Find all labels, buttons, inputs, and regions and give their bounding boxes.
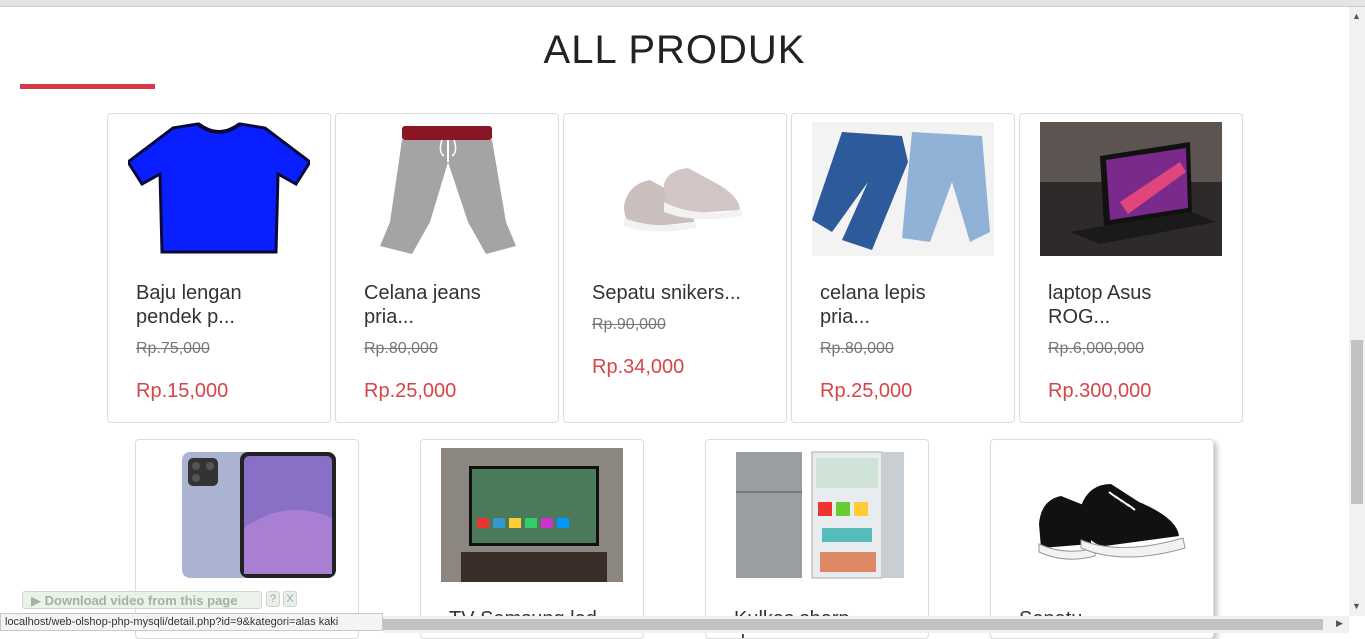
horizontal-scroll-thumb[interactable] bbox=[383, 619, 1323, 630]
help-button[interactable]: ? bbox=[266, 591, 280, 607]
product-image-converse[interactable] bbox=[1011, 448, 1193, 582]
product-card[interactable]: celana lepis pria... Rp.80,000 Rp.25,000 bbox=[791, 113, 1015, 423]
title-underline bbox=[20, 84, 155, 89]
sale-price: Rp.25,000 bbox=[820, 380, 913, 402]
scroll-up-arrow-icon[interactable]: ▲ bbox=[1352, 11, 1361, 21]
sale-price: Rp.15,000 bbox=[136, 380, 229, 402]
product-name[interactable]: celana lepis pria... bbox=[820, 281, 990, 329]
product-card[interactable] bbox=[135, 439, 359, 639]
product-card[interactable]: laptop Asus ROG... Rp.6,000,000 Rp.300,00… bbox=[1019, 113, 1243, 423]
page-title: ALL PRODUK bbox=[543, 28, 806, 72]
product-name[interactable]: Baju lengan pendek p... bbox=[136, 281, 306, 329]
original-price: Rp.80,000 bbox=[364, 340, 438, 357]
product-card[interactable]: Baju lengan pendek p... Rp.75,000 Rp.15,0… bbox=[107, 113, 331, 423]
original-price: Rp.75,000 bbox=[136, 340, 210, 357]
product-name[interactable]: Celana jeans pria... bbox=[364, 281, 534, 329]
product-name[interactable]: laptop Asus ROG... bbox=[1048, 281, 1218, 329]
download-video-label[interactable]: Download video from this page bbox=[45, 593, 238, 608]
product-image-tshirt[interactable] bbox=[128, 122, 310, 256]
product-card[interactable]: Sepatu... bbox=[990, 439, 1214, 639]
product-image-television[interactable] bbox=[441, 448, 623, 582]
horizontal-scrollbar[interactable]: ▶ bbox=[383, 616, 1349, 633]
original-price: Rp.6,000,000 bbox=[1048, 340, 1145, 357]
product-image-smartphone[interactable] bbox=[156, 448, 338, 582]
sale-price: Rp.25,000 bbox=[364, 380, 457, 402]
product-image-sneakers[interactable] bbox=[584, 122, 766, 256]
product-image-laptop[interactable] bbox=[1040, 122, 1222, 256]
product-card[interactable]: Kulkas sharp dua... bbox=[705, 439, 929, 639]
product-card[interactable]: TV Samsung led... bbox=[420, 439, 644, 639]
scroll-down-arrow-icon[interactable]: ▼ bbox=[1352, 601, 1361, 611]
product-name[interactable]: Sepatu snikers... bbox=[592, 281, 762, 305]
product-image-refrigerator[interactable] bbox=[726, 448, 908, 582]
product-card[interactable]: Sepatu snikers... Rp.90,000 Rp.34,000 bbox=[563, 113, 787, 423]
download-video-bar[interactable]: ▶ Download video from this page bbox=[22, 591, 262, 609]
product-card[interactable]: Celana jeans pria... Rp.80,000 Rp.25,000 bbox=[335, 113, 559, 423]
close-icon[interactable]: X bbox=[283, 591, 297, 607]
status-bar-url: localhost/web-olshop-php-mysqli/detail.p… bbox=[0, 613, 383, 631]
product-image-jeans[interactable] bbox=[812, 122, 994, 256]
vertical-scrollbar[interactable]: ▲ ▼ bbox=[1349, 7, 1365, 616]
original-price: Rp.80,000 bbox=[820, 340, 894, 357]
original-price: Rp.90,000 bbox=[592, 316, 666, 333]
vertical-scroll-thumb[interactable] bbox=[1351, 340, 1363, 504]
browser-top-edge bbox=[0, 0, 1365, 7]
product-image-pants[interactable] bbox=[356, 122, 538, 256]
play-icon: ▶ bbox=[31, 593, 41, 608]
scroll-right-arrow-icon[interactable]: ▶ bbox=[1336, 618, 1343, 629]
sale-price: Rp.300,000 bbox=[1048, 380, 1152, 402]
sale-price: Rp.34,000 bbox=[592, 356, 685, 378]
